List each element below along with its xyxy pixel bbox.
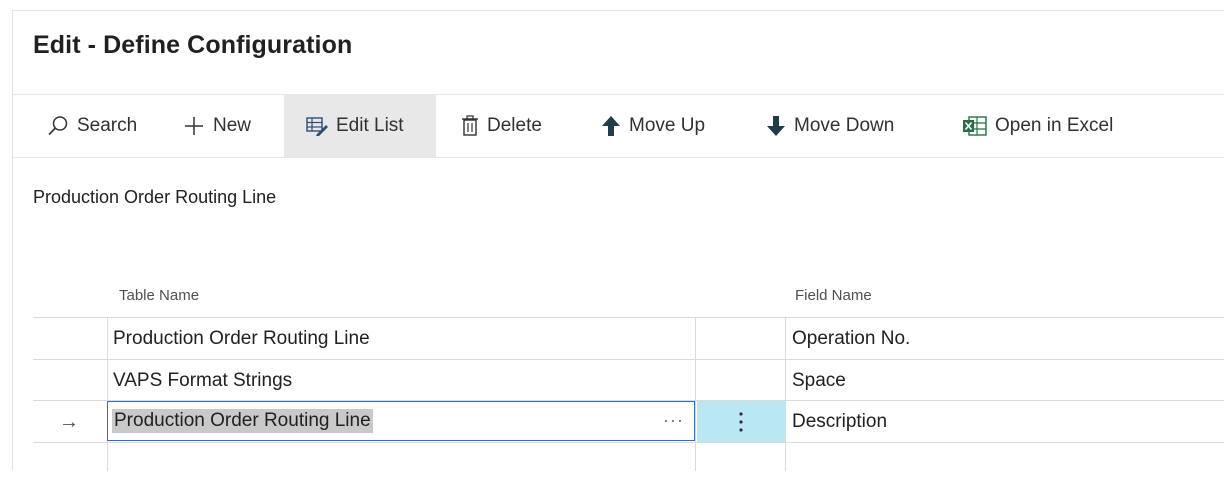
field-name-cell[interactable]: Description <box>786 401 1224 442</box>
move-down-button[interactable]: Move Down <box>766 95 894 157</box>
delete-button[interactable]: Delete <box>461 95 542 157</box>
table-name-cell[interactable] <box>107 443 695 484</box>
open-in-excel-button-label: Open in Excel <box>995 115 1114 136</box>
move-down-button-label: Move Down <box>794 115 895 136</box>
trash-icon <box>462 115 478 136</box>
plus-icon <box>185 117 203 135</box>
table-name-cell[interactable]: Production Order Routing Line <box>107 318 695 359</box>
delete-button-label: Delete <box>487 115 542 136</box>
section-title: Production Order Routing Line <box>33 187 277 207</box>
arrow-down-icon <box>767 116 785 136</box>
edit-list-button[interactable]: Edit List <box>284 95 436 157</box>
arrow-up-icon <box>602 116 620 136</box>
edit-list-button-label: Edit List <box>336 115 404 136</box>
vertical-dots-icon <box>739 411 743 432</box>
field-name-cell[interactable]: Operation No. <box>786 318 1224 359</box>
search-icon <box>48 116 68 136</box>
new-button[interactable]: New <box>183 95 251 157</box>
table-name-cell[interactable]: VAPS Format Strings <box>107 360 695 401</box>
column-header-table-name[interactable]: Table Name <box>119 287 199 304</box>
search-button-label: Search <box>77 115 138 136</box>
edit-list-icon <box>306 117 328 136</box>
table-name-edit-field[interactable]: Production Order Routing Line ··· <box>107 401 695 441</box>
move-up-button-label: Move Up <box>629 115 706 136</box>
selected-row-arrow-icon: → <box>59 411 79 433</box>
table-name-edit-value[interactable]: Production Order Routing Line <box>112 409 373 433</box>
excel-icon <box>963 116 987 136</box>
lookup-ellipsis-button[interactable]: ··· <box>663 410 684 431</box>
configuration-grid: Production Order Routing Line Operation … <box>33 317 1224 471</box>
column-header-field-name[interactable]: Field Name <box>795 287 872 304</box>
new-button-label: New <box>213 115 252 136</box>
field-name-cell[interactable] <box>786 443 1224 484</box>
row-actions-button[interactable] <box>697 401 785 442</box>
action-toolbar: Search New Edit List Delete Move Up Move… <box>13 94 1224 158</box>
page-frame: Edit - Define Configuration Search New E… <box>12 10 1224 471</box>
move-up-button[interactable]: Move Up <box>601 95 705 157</box>
page-title: Edit - Define Configuration <box>33 31 353 59</box>
open-in-excel-button[interactable]: Open in Excel <box>963 95 1113 157</box>
field-name-cell[interactable]: Space <box>786 360 1224 401</box>
search-button[interactable]: Search <box>47 95 137 157</box>
grid-line <box>695 317 696 471</box>
